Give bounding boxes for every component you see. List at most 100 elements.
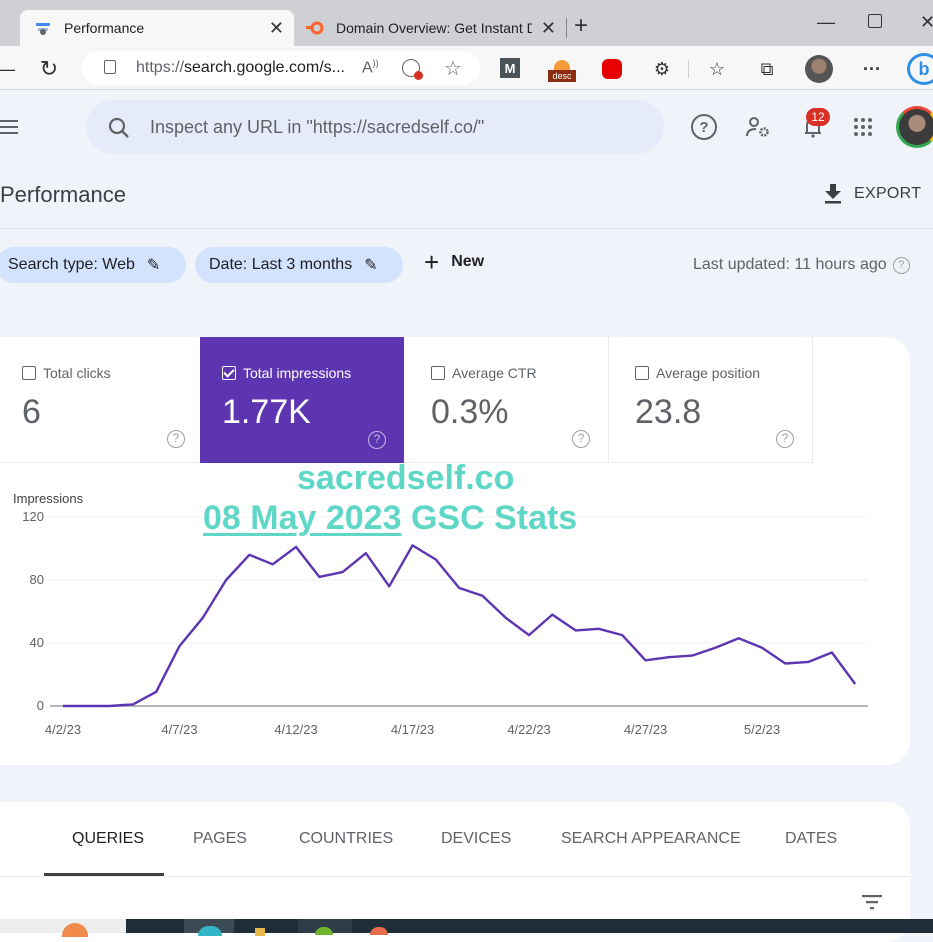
lock-icon	[104, 60, 116, 74]
profile-icon[interactable]	[805, 55, 833, 83]
tab-domain-overview[interactable]: Domain Overview: Get Instant Do ✕	[298, 10, 566, 46]
extension-desc-icon[interactable]: desc	[548, 60, 576, 82]
adblock-icon[interactable]	[600, 57, 624, 81]
os-taskbar	[0, 919, 933, 933]
browser-tab-bar: Performance ✕ Domain Overview: Get Insta…	[0, 0, 933, 46]
tab-countries[interactable]: COUNTRIES	[299, 830, 393, 848]
checkbox-checked[interactable]	[222, 366, 236, 380]
help-icon[interactable]: ?	[368, 431, 386, 449]
account-avatar[interactable]	[896, 106, 933, 148]
search-placeholder: Inspect any URL in "https://sacredself.c…	[150, 117, 484, 138]
metric-label: Total clicks	[43, 365, 111, 381]
help-icon[interactable]: ?	[572, 430, 590, 448]
tabs-divider	[0, 876, 910, 877]
tab-dates[interactable]: DATES	[785, 830, 837, 848]
y-tick-label: 0	[37, 698, 44, 713]
extensions-icon[interactable]: ⚙	[650, 57, 674, 81]
x-tick-label: 5/2/23	[744, 722, 780, 737]
metric-value: 6	[22, 393, 41, 432]
tab-title: Performance	[64, 20, 260, 36]
taskbar-app-icon[interactable]	[370, 927, 388, 935]
metric-label: Average CTR	[452, 365, 537, 381]
toolbar-divider	[688, 60, 689, 78]
help-icon[interactable]: ?	[691, 114, 717, 140]
url-inspect-search[interactable]: Inspect any URL in "https://sacredself.c…	[86, 100, 664, 154]
help-icon[interactable]: ?	[167, 430, 185, 448]
new-label: New	[451, 253, 484, 271]
new-tab-button[interactable]: +	[574, 12, 588, 40]
tab-divider	[566, 18, 567, 38]
search-type-filter-chip[interactable]: Search type: Web ✎	[0, 247, 186, 283]
x-tick-label: 4/27/23	[624, 722, 667, 737]
checkbox[interactable]	[431, 366, 445, 380]
y-tick-label: 40	[30, 635, 44, 650]
date-filter-chip[interactable]: Date: Last 3 months ✎	[195, 247, 403, 283]
minimize-button[interactable]: —	[817, 12, 835, 33]
tab-search-appearance[interactable]: SEARCH APPEARANCE	[561, 830, 741, 848]
page-title: Performance	[0, 182, 126, 208]
search-console-icon	[34, 19, 52, 37]
metric-card-average-position[interactable]: Average position 23.8 ?	[609, 337, 813, 463]
user-settings-icon[interactable]	[745, 114, 771, 140]
help-icon[interactable]: ?	[776, 430, 794, 448]
close-tab-icon[interactable]: ✕	[541, 18, 556, 39]
x-tick-label: 4/12/23	[274, 722, 317, 737]
notification-badge: 12	[806, 108, 830, 126]
metric-card-average-ctr[interactable]: Average CTR 0.3% ?	[405, 337, 609, 463]
more-icon[interactable]: ···	[860, 57, 884, 81]
metric-label: Average position	[656, 365, 760, 381]
maximize-button[interactable]	[868, 14, 882, 28]
x-tick-label: 4/22/23	[507, 722, 550, 737]
checkbox[interactable]	[22, 366, 36, 380]
download-icon	[824, 184, 842, 204]
x-tick-label: 4/2/23	[45, 722, 81, 737]
read-aloud-icon[interactable]: A))	[362, 58, 379, 77]
extension-m-icon[interactable]: M	[500, 58, 520, 78]
close-tab-icon[interactable]: ✕	[269, 18, 284, 39]
apps-grid-icon[interactable]	[850, 114, 876, 140]
add-favorite-icon[interactable]: ☆	[444, 56, 462, 81]
export-label: EXPORT	[854, 185, 921, 203]
bing-icon[interactable]: b	[907, 53, 933, 85]
taskbar-app-icon[interactable]	[315, 927, 333, 935]
y-axis-label: Impressions	[13, 491, 84, 506]
new-filter-button[interactable]: + New	[424, 252, 484, 272]
watermark-domain: sacredself.co	[297, 459, 514, 498]
metric-label: Total impressions	[243, 365, 351, 381]
plus-icon: +	[424, 252, 439, 272]
address-toolbar: — ↻ https://search.google.com/s... A)) ☆…	[0, 46, 933, 90]
taskbar-explorer-icon[interactable]	[255, 928, 265, 936]
search-type-label: Search type: Web	[8, 256, 135, 274]
tab-devices[interactable]: DEVICES	[441, 830, 511, 848]
search-icon	[108, 117, 130, 144]
tab-title: Domain Overview: Get Instant Do	[336, 20, 532, 36]
taskbar-edge-icon[interactable]	[198, 926, 222, 936]
metric-value: 0.3%	[431, 393, 509, 432]
filter-icon[interactable]	[860, 892, 884, 912]
metric-card-total-clicks[interactable]: Total clicks 6 ?	[0, 337, 204, 463]
metric-card-total-impressions[interactable]: Total impressions 1.77K ?	[200, 337, 404, 463]
checkbox[interactable]	[635, 366, 649, 380]
last-updated: Last updated: 11 hours ago ?	[693, 256, 910, 274]
url-prefix: https://	[136, 59, 184, 77]
close-window-button[interactable]: ✕	[920, 12, 933, 33]
tab-performance[interactable]: Performance ✕	[20, 10, 294, 46]
menu-icon[interactable]	[0, 120, 18, 134]
collections-icon[interactable]: ⧉	[755, 57, 779, 81]
back-icon[interactable]: —	[0, 57, 18, 81]
favorites-icon[interactable]: ☆	[705, 57, 729, 81]
export-button[interactable]: EXPORT	[824, 184, 921, 204]
x-tick-label: 4/7/23	[161, 722, 197, 737]
help-icon[interactable]: ?	[893, 257, 910, 274]
semrush-icon	[306, 19, 324, 37]
cookie-blocked-icon[interactable]	[402, 59, 420, 77]
tab-pages[interactable]: PAGES	[193, 830, 247, 848]
edit-icon: ✎	[364, 255, 377, 275]
tab-queries[interactable]: QUERIES	[72, 830, 144, 848]
watermark-date-underlined: 08 May 2023	[203, 499, 402, 537]
url-text: search.google.com/s...	[184, 59, 345, 77]
refresh-icon[interactable]: ↻	[37, 57, 61, 81]
url-bar[interactable]: https://search.google.com/s... A)) ☆	[82, 51, 480, 85]
date-label: Date: Last 3 months	[209, 256, 352, 274]
watermark-date: 08 May 2023 GSC Stats	[203, 499, 577, 538]
